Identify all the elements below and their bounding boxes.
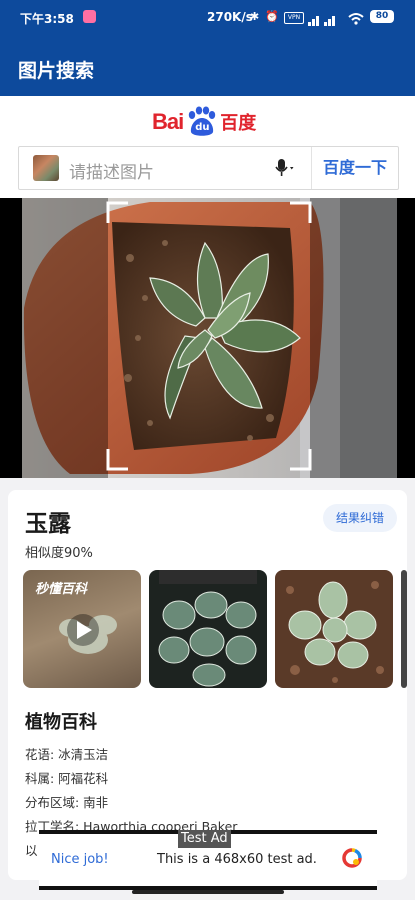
search-button[interactable]: 百度一下	[311, 147, 398, 189]
vpn-icon: VPN	[284, 12, 304, 24]
info-family: 科属: 阿福花科	[25, 771, 109, 786]
ad-label: Test Ad	[178, 830, 231, 848]
logo-text-left: Bai	[152, 109, 184, 134]
page-title: 图片搜索	[18, 60, 95, 82]
bluetooth-icon: ✱	[250, 10, 260, 23]
ad-text: This is a 468x60 test ad.	[157, 852, 317, 867]
microphone-icon[interactable]	[275, 158, 297, 178]
signal-icon	[308, 11, 340, 30]
video-watermark: 秒懂百科	[35, 582, 88, 597]
home-indicator[interactable]	[132, 890, 284, 894]
app-bar: 图片搜索	[0, 36, 415, 96]
query-photo-crop-area[interactable]	[0, 198, 415, 478]
info-distribution: 分布区域: 南非	[25, 795, 109, 810]
crop-frame[interactable]	[106, 201, 312, 471]
logo-text-right: 百度	[220, 113, 257, 134]
paw-icon: du	[184, 106, 218, 138]
paw-du-text: du	[195, 122, 210, 133]
alarm-icon: ⏰	[265, 10, 279, 23]
wifi-icon	[348, 10, 364, 29]
image-thumbnail[interactable]	[401, 570, 407, 688]
adchoices-icon[interactable]	[341, 847, 363, 869]
ad-banner[interactable]: Test Ad Nice job! This is a 468x60 test …	[39, 830, 377, 890]
image-carousel[interactable]: 秒懂百科	[23, 570, 407, 688]
similarity-score: 相似度90%	[25, 546, 93, 561]
encyclopedia-heading: 植物百科	[25, 712, 97, 733]
succulent-thumbnail-art	[158, 570, 257, 687]
search-input[interactable]: 请描述图片	[69, 158, 154, 183]
result-card: 玉露 相似度90% 结果纠错 秒懂百科 植物百科 花语: 冰清玉洁 科属: 阿福…	[8, 490, 407, 880]
app-notification-icon	[83, 10, 96, 23]
info-truncated: 以	[25, 843, 38, 858]
query-image-thumbnail[interactable]	[33, 155, 59, 181]
search-header: Bai du 百度 请描述图片 百度一下	[0, 96, 415, 198]
info-flower-language: 花语: 冰清玉洁	[25, 747, 109, 762]
status-time: 下午3:58	[20, 12, 74, 26]
report-error-button[interactable]: 结果纠错	[323, 504, 397, 532]
plant-name: 玉露	[25, 511, 71, 537]
baidu-logo: Bai du 百度	[152, 104, 256, 140]
status-bar: 下午3:58 270K/s ✱ ⏰ VPN 80	[0, 0, 415, 36]
ad-cta[interactable]: Nice job!	[51, 852, 109, 867]
status-net-speed: 270K/s	[207, 10, 253, 24]
image-thumbnail[interactable]	[149, 570, 267, 688]
video-thumbnail[interactable]: 秒懂百科	[23, 570, 141, 688]
image-thumbnail[interactable]	[275, 570, 393, 688]
succulent-thumbnail-art	[286, 581, 384, 683]
battery-icon: 80	[370, 10, 394, 23]
search-bar: 请描述图片 百度一下	[18, 146, 399, 190]
